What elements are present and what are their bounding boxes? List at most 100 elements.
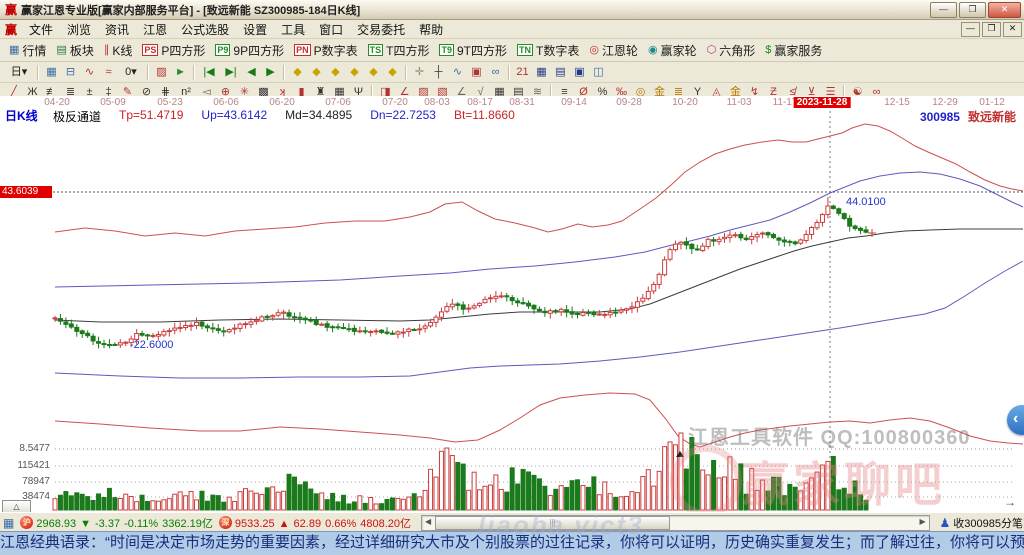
toolbar-button-p-square[interactable]: PS P四方形 [138, 41, 211, 60]
kline-icon: ∥ [103, 43, 110, 56]
tool-save-icon[interactable]: ▣ [570, 64, 589, 80]
scrollbar-thumb[interactable]: ||| [435, 515, 671, 530]
sz-amount: 4808.20亿 [360, 517, 412, 530]
menu-item-1[interactable]: 浏览 [60, 20, 98, 39]
mdi-close-button[interactable]: ✕ [1003, 21, 1022, 37]
restore-button[interactable]: ❐ [959, 1, 986, 18]
tool-go-next-icon[interactable]: ▶ [261, 64, 280, 80]
toolbar-button-hexagon[interactable]: ⬡ 六角形 [703, 41, 762, 60]
tool-window-split-icon[interactable]: ⊟ [61, 64, 80, 80]
tool-overlay-grid-icon[interactable]: ▨ [152, 64, 171, 80]
menu-item-4[interactable]: 公式选股 [174, 20, 236, 39]
quotes-icon: ▦ [9, 43, 20, 56]
tool-gann-diamond-5-icon[interactable]: ◆ [364, 64, 383, 80]
tool-calendar-21-icon[interactable]: 21 [513, 64, 532, 80]
menu-item-7[interactable]: 窗口 [312, 20, 350, 39]
tool-go-prev-icon[interactable]: ◀ [242, 64, 261, 80]
toolbar-separator [283, 64, 285, 80]
shanghai-index-icon: 沪 [20, 516, 34, 529]
mdi-window-controls: — ❐ ✕ [959, 21, 1022, 37]
tool-go-last-icon[interactable]: ▶| [220, 64, 242, 80]
tool-gann-diamond-6-icon[interactable]: ◆ [383, 64, 402, 80]
p-square-label: P四方形 [161, 43, 206, 58]
kline-label: K线 [112, 43, 133, 58]
tool-flag-icon[interactable]: ► [171, 64, 190, 80]
t-table-label: T数字表 [536, 43, 580, 58]
tool-link-view-icon[interactable]: ∞ [486, 64, 505, 80]
date-label: 05-09 [100, 97, 126, 108]
toolbar-button-t-square[interactable]: TS T四方形 [364, 41, 436, 60]
tool-crosshair-icon[interactable]: ┼ [429, 64, 448, 80]
date-label: 06-06 [213, 97, 239, 108]
date-label: 08-03 [424, 97, 450, 108]
tool-gann-diamond-3-icon[interactable]: ◆ [326, 64, 345, 80]
winner-service-icon: $ [765, 43, 772, 56]
toolbar-button-t-table[interactable]: TN T数字表 [513, 41, 585, 60]
menu-item-6[interactable]: 工具 [274, 20, 312, 39]
mdi-restore-button[interactable]: ❐ [982, 21, 1001, 37]
date-label: 06-20 [269, 97, 295, 108]
toolbar-button-sectors[interactable]: ▤ 板块 [52, 41, 99, 60]
shenzhen-index-values[interactable]: 9533.25 ▲ 62.89 0.66% 4808.20亿 [235, 515, 415, 531]
tool-calculator-icon[interactable]: ▦ [532, 64, 551, 80]
tick-view-shortcut[interactable]: ♟ 收300985分笔 [936, 515, 1024, 531]
scrollbar-right-arrow-icon[interactable]: ▶ [917, 516, 929, 528]
antenna-icon: ♟ [939, 515, 951, 530]
toolbar-button-winner-service[interactable]: $ 赢家服务 [761, 41, 828, 60]
tool-pan-hand-icon[interactable]: ✛ [410, 64, 429, 80]
menu-item-3[interactable]: 江恩 [136, 20, 174, 39]
tool-go-first-icon[interactable]: |◀ [198, 64, 220, 80]
cursor-price-label: 44.0100 [846, 196, 886, 208]
gann-quote-bar: 江恩经典语录：“时间是决定市场走势的重要因素，经过详细研究大市及个别股票的过往记… [0, 531, 1024, 555]
hexagon-icon: ⬡ [706, 43, 717, 56]
date-label: 07-20 [382, 97, 408, 108]
winner-service-label: 赢家服务 [774, 43, 823, 58]
toolbar-button-quotes[interactable]: ▦ 行情 [5, 41, 52, 60]
minimize-button[interactable]: — [930, 1, 957, 18]
tool-window-grid-icon[interactable]: ▦ [42, 64, 61, 80]
tool-curve-wave-icon[interactable]: ≈ [99, 64, 118, 80]
menu-item-5[interactable]: 设置 [236, 20, 274, 39]
tool-gann-diamond-4-icon[interactable]: ◆ [345, 64, 364, 80]
indicator-field-4: Bt=11.8660 [453, 108, 515, 122]
sz-arrow-icon: ▲ [278, 517, 290, 530]
toolbar-button-9t-square[interactable]: T9 9T四方形 [435, 41, 513, 60]
indicator-field-0: Tp=51.4719 [119, 108, 184, 122]
date-label: 04-20 [44, 97, 70, 108]
menu-items: 文件 浏览 资讯 江恩 公式选股 设置 工具 窗口 交易委托 帮助 [22, 20, 450, 39]
winner-wheel-icon: ◉ [647, 43, 658, 56]
tool-period-day-dropdown-icon[interactable]: 日▾ [4, 64, 34, 80]
sectors-icon: ▤ [56, 43, 67, 56]
quote-grid-icon[interactable]: ▦ [3, 516, 14, 530]
shanghai-index-values[interactable]: 2968.93 ▼ -3.37 -0.11% 3362.19亿 [36, 515, 217, 531]
axis-label-2: 78947 [22, 476, 50, 487]
tool-scale-dropdown-icon[interactable]: 0▾ [118, 64, 144, 80]
menu-item-8[interactable]: 交易委托 [350, 20, 412, 39]
tool-gann-diamond-1-icon[interactable]: ◆ [288, 64, 307, 80]
tool-trendline-icon[interactable]: ∿ [448, 64, 467, 80]
mdi-minimize-button[interactable]: — [961, 21, 980, 37]
tool-gann-diamond-2-icon[interactable]: ◆ [307, 64, 326, 80]
tool-report-icon[interactable]: ▤ [551, 64, 570, 80]
tool-export-icon[interactable]: ◫ [589, 64, 608, 80]
menu-item-9[interactable]: 帮助 [412, 20, 450, 39]
close-button[interactable]: ✕ [988, 1, 1021, 18]
scrollbar-left-arrow-icon[interactable]: ◀ [422, 516, 434, 528]
horizontal-scrollbar[interactable]: ◀ ||| ▶ [421, 514, 930, 531]
toolbar-button-9p-square[interactable]: P9 9P四方形 [211, 41, 290, 60]
kline-chart-canvas[interactable] [0, 96, 1024, 512]
toolbar-button-gann-wheel[interactable]: ◎ 江恩轮 [585, 41, 644, 60]
t-square-label: T四方形 [386, 43, 430, 58]
scroll-right-arrow-icon[interactable]: → [1004, 495, 1016, 509]
period-tab-label[interactable]: 日K线 [5, 107, 38, 124]
tool-marker-icon[interactable]: ▣ [467, 64, 486, 80]
date-label: 10-20 [672, 97, 698, 108]
tool-curve-small-icon[interactable]: ∿ [80, 64, 99, 80]
date-label: 08-17 [467, 97, 493, 108]
menu-item-2[interactable]: 资讯 [98, 20, 136, 39]
date-label: 08-31 [509, 97, 535, 108]
toolbar-button-p-table[interactable]: PN P数字表 [290, 41, 364, 60]
toolbar-button-winner-wheel[interactable]: ◉ 赢家轮 [644, 41, 703, 60]
toolbar-button-kline[interactable]: ∥ K线 [100, 41, 139, 60]
menu-item-0[interactable]: 文件 [22, 20, 60, 39]
